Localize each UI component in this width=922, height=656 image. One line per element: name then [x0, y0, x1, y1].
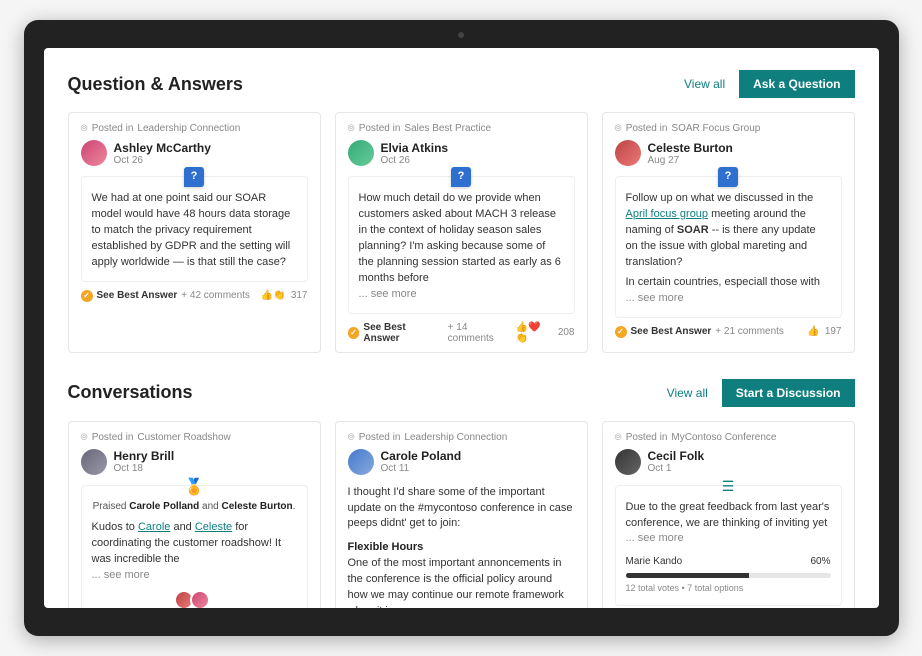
comments-count[interactable]: + 21 comments — [715, 326, 784, 337]
qa-section-title: Question & Answers — [68, 74, 243, 95]
posted-in: ⦾ Posted in Sales Best Practice — [348, 123, 575, 134]
mention-link[interactable]: Celeste — [195, 521, 232, 533]
posted-in: ⦾ Posted in SOAR Focus Group — [615, 123, 842, 134]
see-more-link[interactable]: ... see more — [359, 288, 417, 300]
qa-cards-row: ⦾ Posted in Leadership Connection Ashley… — [68, 112, 855, 353]
praise-icon: 🏅 — [184, 476, 204, 496]
author-name[interactable]: Elvia Atkins — [381, 141, 449, 155]
reactions[interactable]: 👍❤️👏 208 — [516, 322, 575, 344]
community-icon: ⦾ — [81, 123, 88, 134]
card-footer: ✓ See Best Answer + 21 comments 👍 197 — [615, 326, 842, 338]
author-name[interactable]: Cecil Folk — [648, 449, 705, 463]
avatar[interactable] — [615, 449, 641, 475]
avatar[interactable] — [81, 449, 107, 475]
ask-question-button[interactable]: Ask a Question — [739, 70, 854, 98]
author-name[interactable]: Celeste Burton — [648, 141, 733, 155]
check-icon: ✓ — [348, 327, 360, 339]
mention-link[interactable]: Carole — [138, 521, 170, 533]
reactions[interactable]: 👍👏 317 — [261, 290, 308, 301]
question-body: ? How much detail do we provide when cus… — [348, 176, 575, 314]
qa-card[interactable]: ⦾ Posted in SOAR Focus Group Celeste Bur… — [602, 112, 855, 353]
qa-card[interactable]: ⦾ Posted in Sales Best Practice Elvia At… — [335, 112, 588, 353]
author-row: Henry Brill Oct 18 — [81, 449, 308, 475]
poll-option-pct: 60% — [810, 555, 830, 570]
conv-section-title: Conversations — [68, 382, 193, 403]
check-icon: ✓ — [615, 326, 627, 338]
poll-option-row[interactable]: Marie Kando 60% — [626, 555, 831, 570]
question-icon: ? — [184, 167, 204, 187]
author-name[interactable]: Ashley McCarthy — [114, 141, 211, 155]
see-best-answer-link[interactable]: ✓ See Best Answer + 42 comments — [81, 290, 250, 302]
start-discussion-button[interactable]: Start a Discussion — [722, 379, 855, 407]
avatar[interactable] — [615, 140, 641, 166]
poll-progress-fill — [626, 573, 749, 578]
posted-in: ⦾ Posted in Customer Roadshow — [81, 432, 308, 443]
question-icon: ? — [451, 167, 471, 187]
conv-cards-row: ⦾ Posted in Customer Roadshow Henry Bril… — [68, 421, 855, 608]
see-more-link[interactable]: ... see more — [626, 532, 684, 544]
poll-option-name: Marie Kando — [626, 555, 683, 570]
poll-body: ☰ Due to the great feedback from last ye… — [615, 485, 842, 606]
avatar[interactable] — [348, 140, 374, 166]
question-icon: ? — [718, 167, 738, 187]
poll-progress-bar — [626, 573, 831, 578]
post-date: Oct 18 — [114, 463, 175, 474]
posted-in: ⦾ Posted in Leadership Connection — [348, 432, 575, 443]
question-body: ? We had at one point said our SOAR mode… — [81, 176, 308, 282]
community-icon: ⦾ — [615, 123, 622, 134]
community-icon: ⦾ — [615, 432, 622, 443]
see-best-answer-link[interactable]: ✓ See Best Answer + 21 comments — [615, 326, 784, 338]
discussion-body: I thought I'd share some of the importan… — [348, 485, 575, 608]
focus-group-link[interactable]: April focus group — [626, 208, 709, 220]
comments-count[interactable]: + 42 comments — [181, 290, 250, 301]
author-row: Carole Poland Oct 11 — [348, 449, 575, 475]
posted-in: ⦾ Posted in MyContoso Conference — [615, 432, 842, 443]
question-body: ? Follow up on what we discussed in the … — [615, 176, 842, 318]
qa-section-header: Question & Answers View all Ask a Questi… — [68, 70, 855, 98]
author-name[interactable]: Carole Poland — [381, 449, 462, 463]
card-footer: ✓ See Best Answer + 14 comments 👍❤️👏 208 — [348, 322, 575, 344]
see-more-link[interactable]: ... see more — [626, 292, 684, 304]
author-name[interactable]: Henry Brill — [114, 449, 175, 463]
poll-icon: ☰ — [722, 476, 735, 496]
community-icon: ⦾ — [348, 432, 355, 443]
avatar[interactable] — [348, 449, 374, 475]
conv-section-actions: View all Start a Discussion — [667, 379, 855, 407]
post-date: Oct 1 — [648, 463, 705, 474]
post-date: Oct 26 — [381, 155, 449, 166]
check-icon: ✓ — [81, 290, 93, 302]
poll-meta: 12 total votes • 7 total options — [626, 582, 831, 595]
reactions[interactable]: 👍 197 — [807, 326, 841, 337]
comments-count[interactable]: + 14 comments — [448, 322, 516, 344]
discussion-subheading: Flexible Hours — [348, 540, 575, 556]
praise-body: 🏅 Praised Carole Polland and Celeste Bur… — [81, 485, 308, 608]
avatar[interactable] — [81, 140, 107, 166]
conversation-card[interactable]: ⦾ Posted in Customer Roadshow Henry Bril… — [68, 421, 321, 608]
community-icon: ⦾ — [348, 123, 355, 134]
see-best-answer-link[interactable]: ✓ See Best Answer + 14 comments — [348, 322, 516, 344]
author-row: Cecil Folk Oct 1 — [615, 449, 842, 475]
praised-avatars — [92, 590, 297, 608]
posted-in: ⦾ Posted in Leadership Connection — [81, 123, 308, 134]
qa-card[interactable]: ⦾ Posted in Leadership Connection Ashley… — [68, 112, 321, 353]
conv-view-all-link[interactable]: View all — [667, 386, 708, 400]
avatar[interactable] — [190, 590, 210, 608]
post-date: Oct 26 — [114, 155, 211, 166]
praised-line: Praised Carole Polland and Celeste Burto… — [92, 500, 297, 515]
qa-view-all-link[interactable]: View all — [684, 77, 725, 91]
app-screen: Question & Answers View all Ask a Questi… — [44, 48, 879, 608]
post-date: Oct 11 — [381, 463, 462, 474]
see-more-link[interactable]: ... see more — [92, 569, 150, 581]
device-camera — [458, 32, 464, 38]
community-icon: ⦾ — [81, 432, 88, 443]
author-row: Elvia Atkins Oct 26 — [348, 140, 575, 166]
qa-section-actions: View all Ask a Question — [684, 70, 855, 98]
conversation-card[interactable]: ⦾ Posted in Leadership Connection Carole… — [335, 421, 588, 608]
author-row: Ashley McCarthy Oct 26 — [81, 140, 308, 166]
author-row: Celeste Burton Aug 27 — [615, 140, 842, 166]
post-date: Aug 27 — [648, 155, 733, 166]
conversation-card[interactable]: ⦾ Posted in MyContoso Conference Cecil F… — [602, 421, 855, 608]
conv-section-header: Conversations View all Start a Discussio… — [68, 379, 855, 407]
card-footer: ✓ See Best Answer + 42 comments 👍👏 317 — [81, 290, 308, 302]
